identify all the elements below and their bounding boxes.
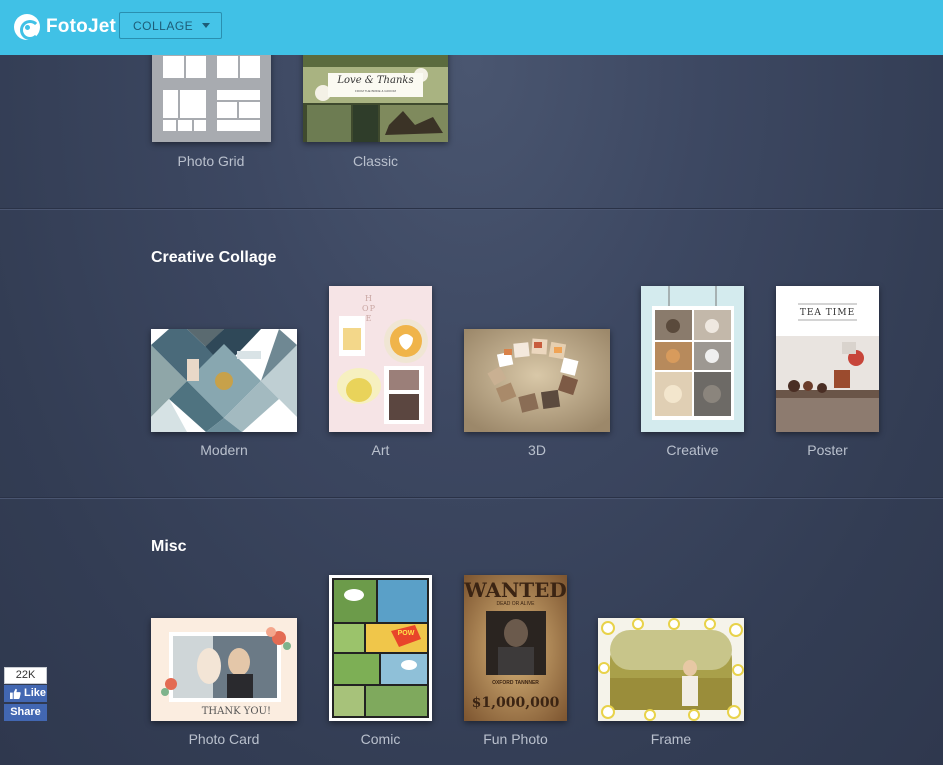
template-label[interactable]: 3D bbox=[464, 442, 610, 458]
template-label[interactable]: Comic bbox=[329, 731, 432, 747]
photo-card-thumbnail[interactable]: THANK YOU! bbox=[151, 618, 297, 721]
modern-thumbnail[interactable] bbox=[151, 329, 297, 432]
creative-collage-image bbox=[641, 286, 744, 432]
fun-photo-thumb-title: WANTED bbox=[464, 578, 567, 602]
template-label[interactable]: Photo Grid bbox=[151, 153, 271, 169]
modern-collage-image bbox=[151, 329, 297, 432]
template-label[interactable]: Frame bbox=[598, 731, 744, 747]
comic-collage-image bbox=[329, 575, 432, 721]
fotojet-logo[interactable]: FotoJet bbox=[14, 13, 116, 41]
collage-dropdown-button[interactable]: COLLAGE bbox=[119, 12, 222, 39]
classic-thumb-title: Love & Thanks bbox=[337, 75, 414, 86]
frame-image bbox=[598, 618, 744, 721]
fun-photo-thumb-name: OXFORD TANNNER bbox=[492, 680, 539, 686]
like-label: Like bbox=[24, 687, 47, 699]
photo-grid-thumbnail[interactable] bbox=[152, 45, 271, 142]
photo-card-thumb-text: THANK YOU! bbox=[201, 706, 271, 717]
template-label[interactable]: Art bbox=[329, 442, 432, 458]
poster-thumb-title: TEA TIME bbox=[799, 308, 856, 318]
top-bar: FotoJet COLLAGE bbox=[0, 0, 943, 55]
template-label[interactable]: Poster bbox=[776, 442, 879, 458]
template-label[interactable]: Modern bbox=[151, 442, 297, 458]
brand-name: FotoJet bbox=[46, 16, 117, 37]
section-title-misc: Misc bbox=[151, 538, 187, 555]
fun-photo-thumb-reward: $1,000,000 bbox=[471, 695, 560, 711]
like-count-bubble: 22K bbox=[4, 667, 47, 684]
chevron-down-icon bbox=[202, 23, 210, 28]
art-thumb-text: HOPE bbox=[362, 294, 376, 323]
section-title-creative: Creative Collage bbox=[151, 249, 277, 266]
collage-dropdown-label: COLLAGE bbox=[133, 18, 194, 33]
template-label[interactable]: Photo Card bbox=[151, 731, 297, 747]
fotojet-logo-icon bbox=[14, 14, 40, 40]
poster-thumbnail[interactable]: TEA TIME bbox=[776, 286, 879, 432]
3d-collage-image bbox=[464, 329, 610, 432]
frame-thumbnail[interactable] bbox=[598, 618, 744, 721]
fun-photo-thumbnail[interactable]: WANTED DEAD OR ALIVE OXFORD TANNNER $1,0… bbox=[464, 575, 567, 721]
creative-thumbnail[interactable] bbox=[641, 286, 744, 432]
section-divider bbox=[0, 208, 943, 209]
art-thumbnail[interactable]: HOPE bbox=[329, 286, 432, 432]
fun-photo-thumb-subtitle: DEAD OR ALIVE bbox=[496, 601, 535, 607]
comic-thumb-text: POW bbox=[397, 630, 415, 637]
comic-thumbnail[interactable]: POW bbox=[329, 575, 432, 721]
template-label[interactable]: Classic bbox=[303, 153, 448, 169]
section-divider bbox=[0, 497, 943, 498]
thumbs-up-icon bbox=[10, 688, 21, 699]
template-label[interactable]: Fun Photo bbox=[464, 731, 567, 747]
art-collage-image bbox=[329, 286, 432, 432]
classic-thumbnail[interactable]: Love & Thanks FROM THE BRIDE & GROOM bbox=[303, 45, 448, 142]
facebook-share-button[interactable]: Share bbox=[4, 704, 47, 721]
facebook-like-button[interactable]: Like bbox=[4, 685, 47, 702]
3d-thumbnail[interactable] bbox=[464, 329, 610, 432]
classic-collage-image bbox=[303, 45, 448, 142]
classic-thumb-subtitle: FROM THE BRIDE & GROOM bbox=[355, 89, 396, 93]
template-label[interactable]: Creative bbox=[641, 442, 744, 458]
